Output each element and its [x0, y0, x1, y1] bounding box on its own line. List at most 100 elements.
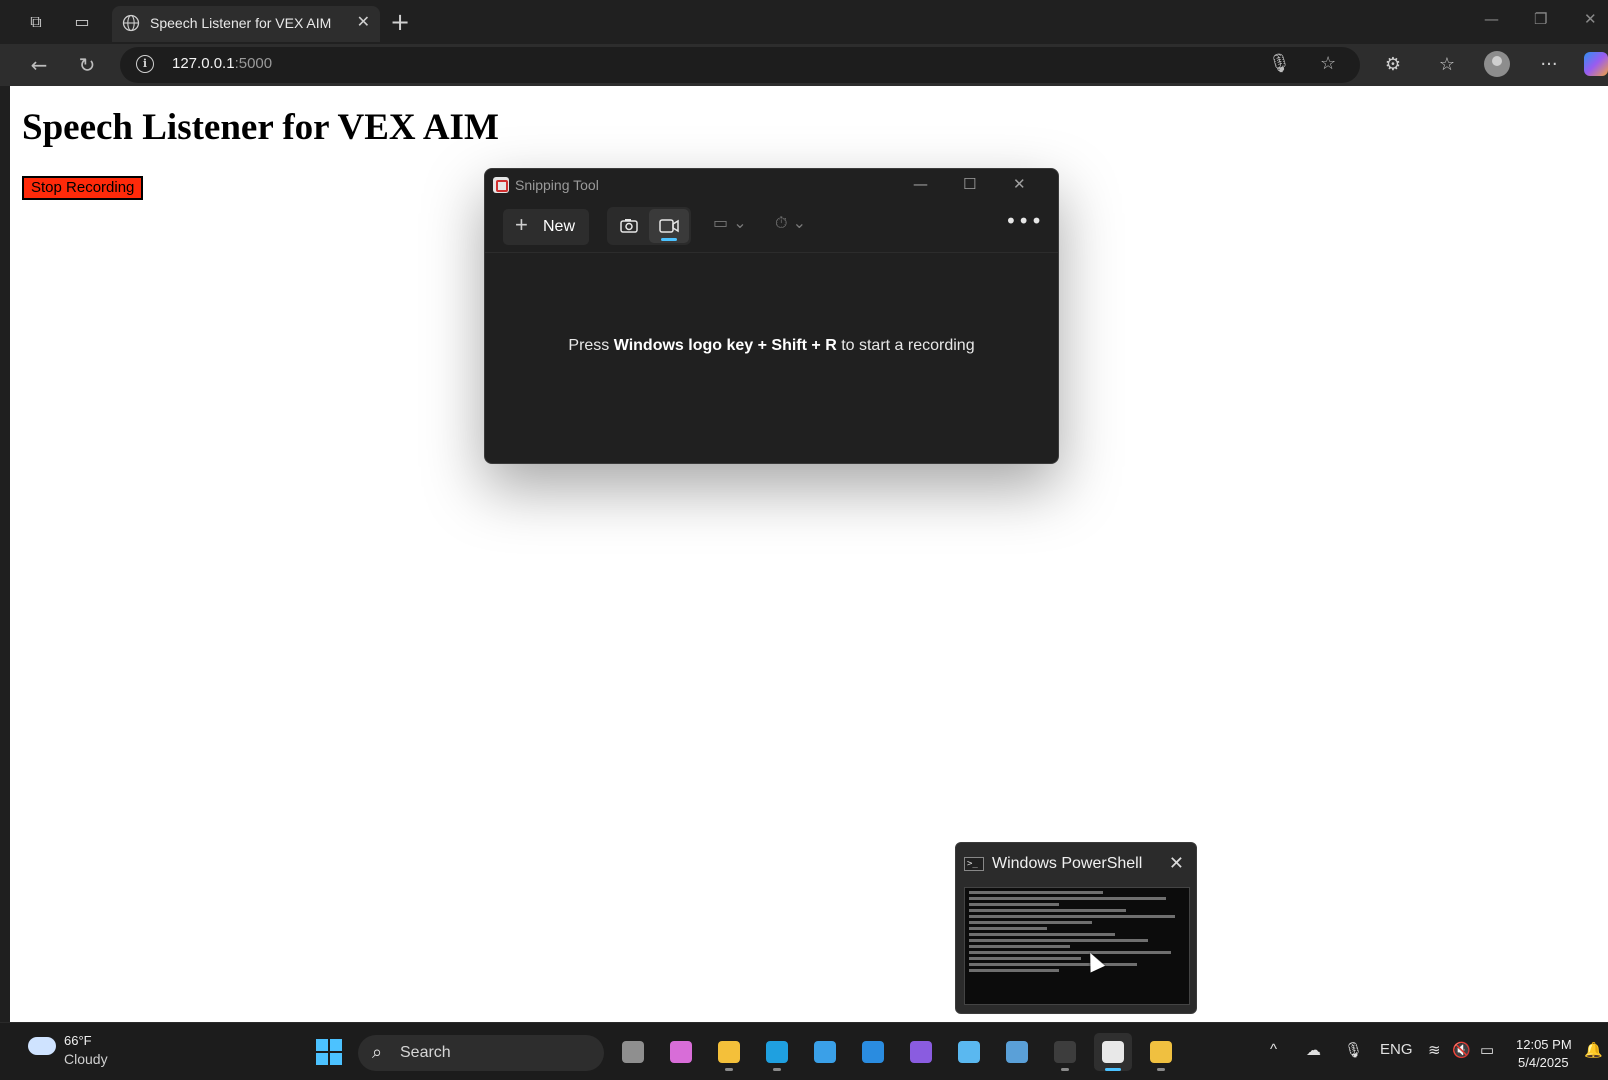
weather-temperature[interactable]: 66°F — [64, 1033, 92, 1048]
terminal-button[interactable] — [1046, 1033, 1084, 1071]
snipping-tool-button[interactable] — [1094, 1033, 1132, 1071]
new-tab-button[interactable]: + — [390, 8, 410, 36]
chevron-up-icon[interactable]: ^ — [1270, 1041, 1277, 1058]
powershell-title: Windows PowerShell — [992, 855, 1143, 872]
more-menu-icon[interactable]: ··· — [1534, 50, 1564, 80]
edge-button[interactable] — [758, 1033, 796, 1071]
tab-title: Speech Listener for VEX AIM — [150, 15, 332, 31]
instruction-keys: Windows logo key + Shift + R — [613, 337, 837, 354]
extensions-icon[interactable]: ⚙ — [1378, 50, 1408, 80]
browser-tab-strip: ⧉ ▭ Speech Listener for VEX AIM ✕ + — ❐ … — [0, 0, 1608, 44]
microphone-icon[interactable]: 🎙 — [1268, 53, 1291, 74]
plus-icon: + — [515, 212, 528, 237]
visual-studio-button[interactable] — [902, 1033, 940, 1071]
cloud-icon[interactable] — [28, 1037, 56, 1055]
language-indicator[interactable]: ENG — [1380, 1041, 1413, 1058]
console-line — [969, 945, 1070, 948]
more-options-icon[interactable]: ••• — [1005, 209, 1043, 233]
file-explorer-button[interactable] — [710, 1033, 748, 1071]
timer-dropdown[interactable]: ⏱ ⌄ — [775, 213, 806, 233]
edge-icon — [766, 1041, 788, 1063]
console-line — [969, 933, 1115, 936]
browser-toolbar: ← ↻ i 127.0.0.1:5000 🎙 ☆ ⚙ ☆ ··· — [0, 44, 1608, 86]
star-icon[interactable]: ☆ — [1320, 53, 1336, 74]
snipping-tool-icon — [493, 177, 509, 193]
copilot-icon — [670, 1041, 692, 1063]
microsoft-store-icon — [814, 1041, 836, 1063]
close-icon[interactable]: ✕ — [357, 12, 370, 31]
console-line — [969, 903, 1059, 906]
m365-icon — [958, 1041, 980, 1063]
maximize-icon[interactable]: ☐ — [963, 175, 976, 193]
console-line — [969, 897, 1167, 900]
url-host: 127.0.0.1 — [172, 55, 235, 72]
avatar[interactable] — [1484, 51, 1510, 77]
clock-time[interactable]: 12:05 PM — [1516, 1037, 1572, 1052]
workspaces-icon[interactable]: ⧉ — [24, 10, 48, 34]
console-line — [969, 891, 1104, 894]
info-icon[interactable]: i — [136, 55, 154, 73]
windows-logo-icon — [330, 1039, 342, 1051]
copilot-icon[interactable] — [1584, 52, 1608, 76]
capture-mode-group — [607, 207, 691, 245]
snipping-tool-titlebar[interactable]: Snipping Tool — ☐ ✕ — [485, 169, 1058, 201]
battery-icon[interactable]: ▭ — [1480, 1041, 1494, 1059]
address-bar[interactable]: i 127.0.0.1:5000 🎙 ☆ — [120, 47, 1360, 83]
camera-icon[interactable] — [609, 209, 649, 243]
volume-muted-icon[interactable]: 🔇 — [1452, 1041, 1471, 1059]
python-button[interactable] — [1142, 1033, 1180, 1071]
console-line — [969, 915, 1176, 918]
notifications-icon[interactable]: 🔔 — [1584, 1041, 1603, 1059]
powershell-preview[interactable]: >_ Windows PowerShell ✕ — [955, 842, 1197, 1014]
stop-recording-button[interactable]: Stop Recording — [22, 176, 144, 200]
weather-condition[interactable]: Cloudy — [64, 1051, 108, 1067]
page-title: Speech Listener for VEX AIM — [22, 107, 499, 148]
m365-button[interactable] — [950, 1033, 988, 1071]
window-close-icon[interactable]: ✕ — [1584, 10, 1597, 28]
task-view-icon — [622, 1041, 644, 1063]
vscode-button[interactable] — [854, 1033, 892, 1071]
close-icon[interactable]: ✕ — [1013, 175, 1026, 193]
url-text[interactable]: 127.0.0.1:5000 — [172, 55, 272, 72]
vscode-icon — [862, 1041, 884, 1063]
start-button[interactable] — [316, 1039, 342, 1065]
console-line — [969, 957, 1081, 960]
search-icon: ⌕ — [372, 1042, 383, 1063]
browser-tab[interactable]: Speech Listener for VEX AIM ✕ — [112, 6, 380, 42]
microsoft-store-button[interactable] — [806, 1033, 844, 1071]
powershell-thumbnail[interactable] — [964, 887, 1190, 1005]
windows-logo-icon — [316, 1053, 328, 1065]
console-line — [969, 921, 1093, 924]
console-line — [969, 951, 1171, 954]
refresh-icon[interactable]: ↻ — [72, 50, 102, 80]
snipping-tool-title: Snipping Tool — [515, 177, 599, 193]
terminal-icon — [1054, 1041, 1076, 1063]
new-button-label: New — [543, 218, 576, 235]
task-view-button[interactable] — [614, 1033, 652, 1071]
instruction-prefix: Press — [568, 337, 614, 354]
console-line — [969, 939, 1149, 942]
snipping-tool-app-button[interactable] — [998, 1033, 1036, 1071]
file-explorer-icon — [718, 1041, 740, 1063]
clock-date[interactable]: 5/4/2025 — [1518, 1055, 1569, 1070]
running-indicator — [1061, 1068, 1069, 1071]
copilot-button[interactable] — [662, 1033, 700, 1071]
video-camera-icon[interactable] — [649, 209, 689, 243]
onedrive-icon[interactable]: ☁ — [1306, 1041, 1321, 1059]
snipping-tool-command-bar: + New ▭ ⌄ ⏱ ⌄ ••• — [485, 205, 1058, 253]
favorites-icon[interactable]: ☆ — [1432, 50, 1462, 80]
minimize-icon[interactable]: — — [1484, 10, 1499, 28]
windows-logo-icon — [330, 1053, 342, 1065]
powershell-icon: >_ — [964, 857, 984, 871]
restore-icon[interactable]: ❐ — [1534, 10, 1547, 28]
back-arrow-icon[interactable]: ← — [24, 50, 54, 80]
snipping-tool-icon — [1102, 1041, 1124, 1063]
taskbar-search[interactable]: ⌕ Search — [358, 1035, 604, 1071]
wifi-icon[interactable]: ≋ — [1428, 1041, 1441, 1059]
snip-shape-dropdown[interactable]: ▭ ⌄ — [713, 213, 747, 232]
minimize-icon[interactable]: — — [913, 175, 928, 193]
close-icon[interactable]: ✕ — [1169, 853, 1184, 874]
microphone-icon[interactable]: 🎙 — [1344, 1041, 1363, 1059]
new-button[interactable]: + New — [503, 209, 589, 245]
vertical-tabs-icon[interactable]: ▭ — [70, 10, 94, 34]
